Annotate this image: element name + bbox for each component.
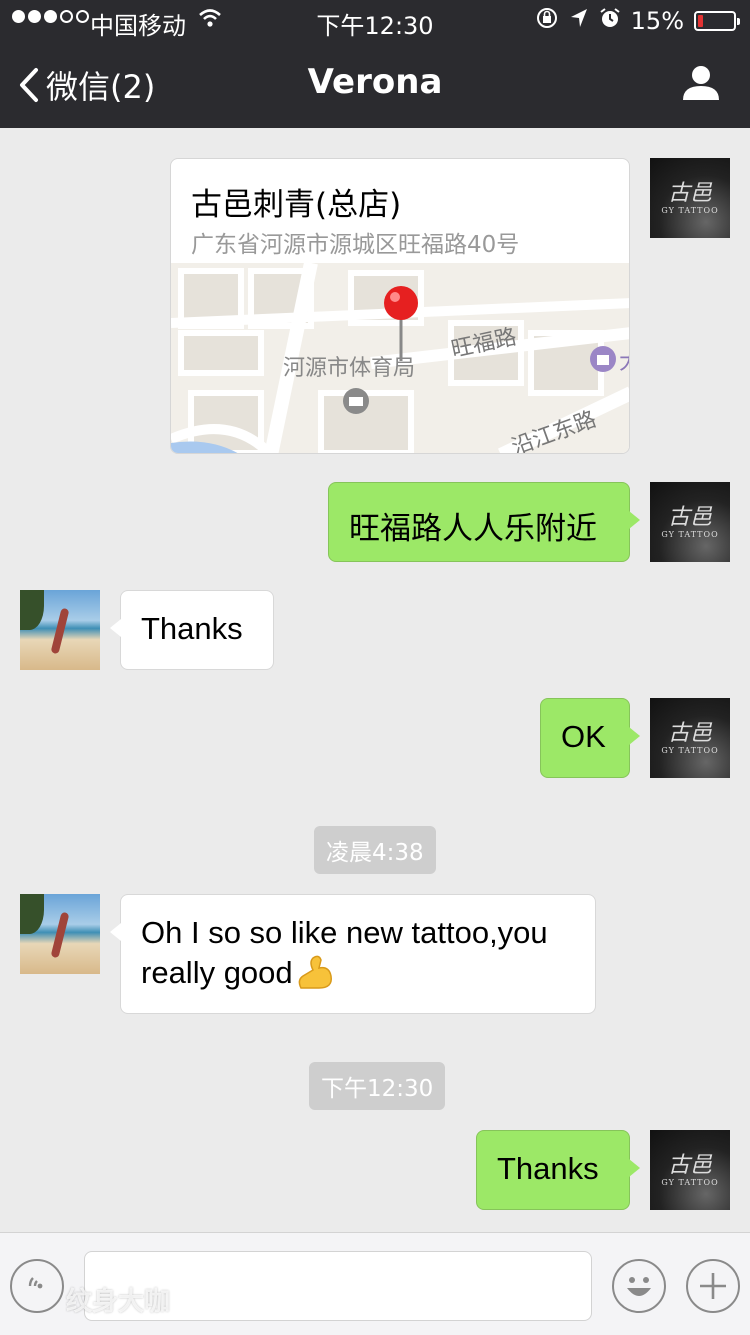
smiley-icon: [627, 1277, 651, 1296]
plus-icon: [700, 1273, 726, 1299]
message-text: 旺福路人人乐附近: [349, 511, 597, 546]
emoji-button[interactable]: [612, 1259, 666, 1313]
status-bar: 中国移动 下午12:30 15%: [0, 0, 750, 40]
sender-avatar[interactable]: 古邑 GY TATTOO: [650, 482, 730, 562]
voice-icon: [28, 1277, 43, 1289]
sender-avatar[interactable]: 古邑 GY TATTOO: [650, 698, 730, 778]
map-thumbnail[interactable]: 旺福路 沿江东路 河源市体育局 大: [171, 263, 630, 454]
location-arrow-icon: [569, 7, 589, 35]
location-message[interactable]: 古邑刺青(总店) 广东省河源市源城区旺福路40号 旺福路 沿江东路 河源市体育局: [170, 158, 630, 454]
timestamp: 凌晨4:38: [314, 826, 436, 874]
top-bar: 中国移动 下午12:30 15% 微信(2) Verona: [0, 0, 750, 128]
message-text: really good: [141, 955, 293, 990]
contact-avatar[interactable]: [20, 590, 100, 670]
profile-button[interactable]: [682, 64, 720, 104]
input-bar: 纹身大咖: [0, 1232, 750, 1335]
map-edge-label: 大: [619, 350, 630, 375]
voice-input-button[interactable]: [10, 1259, 64, 1313]
received-message[interactable]: Thanks: [110, 590, 274, 670]
message-text: Thanks: [141, 611, 243, 646]
message-text: Thanks: [497, 1151, 599, 1186]
received-message[interactable]: Oh I so so like new tattoo,you really go…: [110, 894, 596, 1014]
contact-avatar[interactable]: [20, 894, 100, 974]
message-text: OK: [561, 719, 606, 754]
chat-area[interactable]: 古邑刺青(总店) 广东省河源市源城区旺福路40号 旺福路 沿江东路 河源市体育局…: [0, 128, 750, 1232]
battery-level: [698, 15, 703, 27]
sender-avatar[interactable]: 古邑 GY TATTOO: [650, 1130, 730, 1210]
map-shop-icon: [590, 346, 616, 372]
more-button[interactable]: [686, 1259, 740, 1313]
sent-message[interactable]: Thanks: [476, 1130, 640, 1210]
chat-title: Verona: [307, 62, 443, 102]
timestamp: 下午12:30: [309, 1062, 446, 1110]
flexed-biceps-emoji-icon: [298, 955, 332, 989]
watermark-text: 纹身大咖: [66, 1287, 171, 1317]
sent-message[interactable]: OK: [540, 698, 640, 778]
status-indicators: 15%: [535, 6, 740, 36]
map-poi-icon: [343, 388, 369, 414]
sent-message[interactable]: 旺福路人人乐附近: [328, 482, 640, 562]
sender-avatar[interactable]: 古邑 GY TATTOO: [650, 158, 730, 238]
message-text: Oh I so so like new tattoo,you: [141, 915, 548, 950]
location-name: 古邑刺青(总店): [191, 187, 402, 223]
battery-icon: [694, 11, 740, 31]
map-poi-label: 河源市体育局: [283, 356, 415, 381]
battery-percent: 15%: [630, 7, 684, 35]
location-address: 广东省河源市源城区旺福路40号: [191, 232, 520, 258]
rotation-lock-icon: [535, 6, 559, 36]
alarm-icon: [599, 7, 621, 35]
person-icon: [683, 66, 719, 100]
